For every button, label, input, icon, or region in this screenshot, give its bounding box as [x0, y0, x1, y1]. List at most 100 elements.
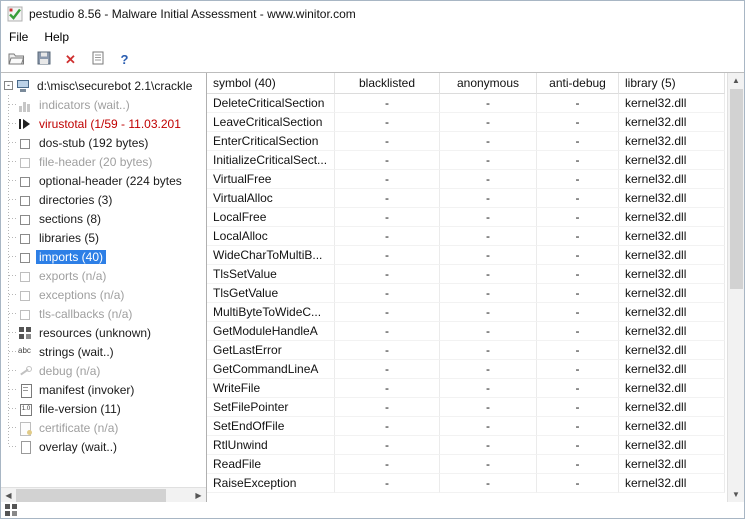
table-row[interactable]: WriteFile---kernel32.dll	[207, 379, 727, 398]
tree-item-imports[interactable]: imports (40)	[1, 247, 206, 266]
tree-item-file-header[interactable]: file-header (20 bytes)	[1, 152, 206, 171]
table-row[interactable]: SetFilePointer---kernel32.dll	[207, 398, 727, 417]
table-row[interactable]: DeleteCriticalSection---kernel32.dll	[207, 94, 727, 113]
table-row[interactable]: TlsSetValue---kernel32.dll	[207, 265, 727, 284]
symbol-cell: MultiByteToWideC...	[207, 303, 335, 322]
vertical-scrollbar-thumb[interactable]	[730, 89, 743, 289]
table-row[interactable]: WideCharToMultiB...---kernel32.dll	[207, 246, 727, 265]
tree-item-exports[interactable]: exports (n/a)	[1, 266, 206, 285]
table-body: DeleteCriticalSection---kernel32.dllLeav…	[207, 94, 727, 493]
library-cell: kernel32.dll	[619, 360, 725, 379]
vertical-scrollbar[interactable]: ▲ ▼	[727, 73, 744, 502]
table-row[interactable]: VirtualFree---kernel32.dll	[207, 170, 727, 189]
tree-item-dos-stub[interactable]: dos-stub (192 bytes)	[1, 133, 206, 152]
scroll-up-icon[interactable]: ▲	[729, 73, 744, 88]
horizontal-scrollbar[interactable]: ◀ ▶	[1, 487, 206, 502]
scroll-right-icon[interactable]: ▶	[191, 488, 206, 503]
open-file-button[interactable]	[6, 49, 27, 70]
help-button[interactable]: ?	[114, 49, 135, 70]
table-row[interactable]: EnterCriticalSection---kernel32.dll	[207, 132, 727, 151]
tree-item-directories[interactable]: directories (3)	[1, 190, 206, 209]
tree-item-label: directories (3)	[36, 193, 115, 207]
value-cell: -	[537, 189, 619, 208]
library-cell: kernel32.dll	[619, 322, 725, 341]
table-row[interactable]: GetCommandLineA---kernel32.dll	[207, 360, 727, 379]
symbol-cell: LocalAlloc	[207, 227, 335, 246]
value-cell: -	[440, 417, 537, 436]
app-window: pestudio 8.56 - Malware Initial Assessme…	[0, 0, 745, 519]
tree-item-overlay[interactable]: overlay (wait..)	[1, 437, 206, 456]
table-row[interactable]: RtlUnwind---kernel32.dll	[207, 436, 727, 455]
column-header-blacklisted[interactable]: blacklisted	[335, 73, 440, 94]
tree-item-resources[interactable]: resources (unknown)	[1, 323, 206, 342]
remove-button[interactable]: ✕	[60, 49, 81, 70]
table-row[interactable]: LocalFree---kernel32.dll	[207, 208, 727, 227]
box-icon	[18, 136, 33, 150]
value-cell: -	[440, 170, 537, 189]
table-row[interactable]: TlsGetValue---kernel32.dll	[207, 284, 727, 303]
column-header-library[interactable]: library (5)	[619, 73, 725, 94]
tree-item-label: imports (40)	[36, 250, 106, 264]
table-row[interactable]: MultiByteToWideC...---kernel32.dll	[207, 303, 727, 322]
value-cell: -	[335, 455, 440, 474]
table-panel: symbol (40)blacklistedanonymousanti-debu…	[207, 73, 744, 502]
tree-item-tls-callbacks[interactable]: tls-callbacks (n/a)	[1, 304, 206, 323]
value-cell: -	[440, 113, 537, 132]
column-header-anti-debug[interactable]: anti-debug	[537, 73, 619, 94]
table-row[interactable]: SetEndOfFile---kernel32.dll	[207, 417, 727, 436]
tree-item-sections[interactable]: sections (8)	[1, 209, 206, 228]
tree-item-label: libraries (5)	[36, 231, 102, 245]
value-cell: -	[537, 341, 619, 360]
tree-item-optional-header[interactable]: optional-header (224 bytes	[1, 171, 206, 190]
value-cell: -	[335, 151, 440, 170]
value-cell: -	[537, 170, 619, 189]
box-icon	[18, 288, 33, 302]
value-cell: -	[335, 246, 440, 265]
symbol-cell: RtlUnwind	[207, 436, 335, 455]
column-header-symbol[interactable]: symbol (40)	[207, 73, 335, 94]
table-row[interactable]: InitializeCriticalSect...---kernel32.dll	[207, 151, 727, 170]
symbol-cell: SetFilePointer	[207, 398, 335, 417]
table-row[interactable]: VirtualAlloc---kernel32.dll	[207, 189, 727, 208]
symbol-cell: GetLastError	[207, 341, 335, 360]
tree-item-exceptions[interactable]: exceptions (n/a)	[1, 285, 206, 304]
horizontal-scrollbar-thumb[interactable]	[16, 489, 166, 502]
table-row[interactable]: GetModuleHandleA---kernel32.dll	[207, 322, 727, 341]
tree-item-label: virustotal (1/59 - 11.03.201	[36, 117, 184, 131]
tree-item-indicators[interactable]: indicators (wait..)	[1, 95, 206, 114]
value-cell: -	[335, 360, 440, 379]
table-row[interactable]: LeaveCriticalSection---kernel32.dll	[207, 113, 727, 132]
table-row[interactable]: LocalAlloc---kernel32.dll	[207, 227, 727, 246]
scroll-left-icon[interactable]: ◀	[1, 488, 16, 503]
help-icon: ?	[121, 53, 129, 66]
menu-file[interactable]: File	[1, 28, 36, 46]
value-cell: -	[440, 398, 537, 417]
tree-item-debug[interactable]: debug (n/a)	[1, 361, 206, 380]
tree-item-manifest[interactable]: manifest (invoker)	[1, 380, 206, 399]
scroll-down-icon[interactable]: ▼	[729, 487, 744, 502]
save-button[interactable]	[33, 49, 54, 70]
tree-item-certificate[interactable]: certificate (n/a)	[1, 418, 206, 437]
certificate-icon	[18, 421, 33, 435]
symbol-cell: SetEndOfFile	[207, 417, 335, 436]
symbol-cell: TlsSetValue	[207, 265, 335, 284]
tree-item-virustotal[interactable]: virustotal (1/59 - 11.03.201	[1, 114, 206, 133]
box-icon	[18, 174, 33, 188]
table-row[interactable]: GetLastError---kernel32.dll	[207, 341, 727, 360]
value-cell: -	[335, 189, 440, 208]
value-cell: -	[537, 208, 619, 227]
tree-item-libraries[interactable]: libraries (5)	[1, 228, 206, 247]
tree: - d:\misc\securebot 2.1\crackle indicato…	[1, 73, 206, 487]
computer-icon	[16, 79, 31, 93]
main-area: - d:\misc\securebot 2.1\crackle indicato…	[1, 73, 744, 502]
table-row[interactable]: ReadFile---kernel32.dll	[207, 455, 727, 474]
report-button[interactable]	[87, 49, 108, 70]
menu-help[interactable]: Help	[36, 28, 77, 46]
table-row[interactable]: RaiseException---kernel32.dll	[207, 474, 727, 493]
red-x-icon: ✕	[65, 53, 76, 66]
tree-root[interactable]: - d:\misc\securebot 2.1\crackle	[1, 76, 206, 95]
tree-item-strings[interactable]: strings (wait..)	[1, 342, 206, 361]
tree-item-file-version[interactable]: file-version (11)	[1, 399, 206, 418]
tree-collapse-icon[interactable]: -	[4, 81, 13, 90]
column-header-anonymous[interactable]: anonymous	[440, 73, 537, 94]
